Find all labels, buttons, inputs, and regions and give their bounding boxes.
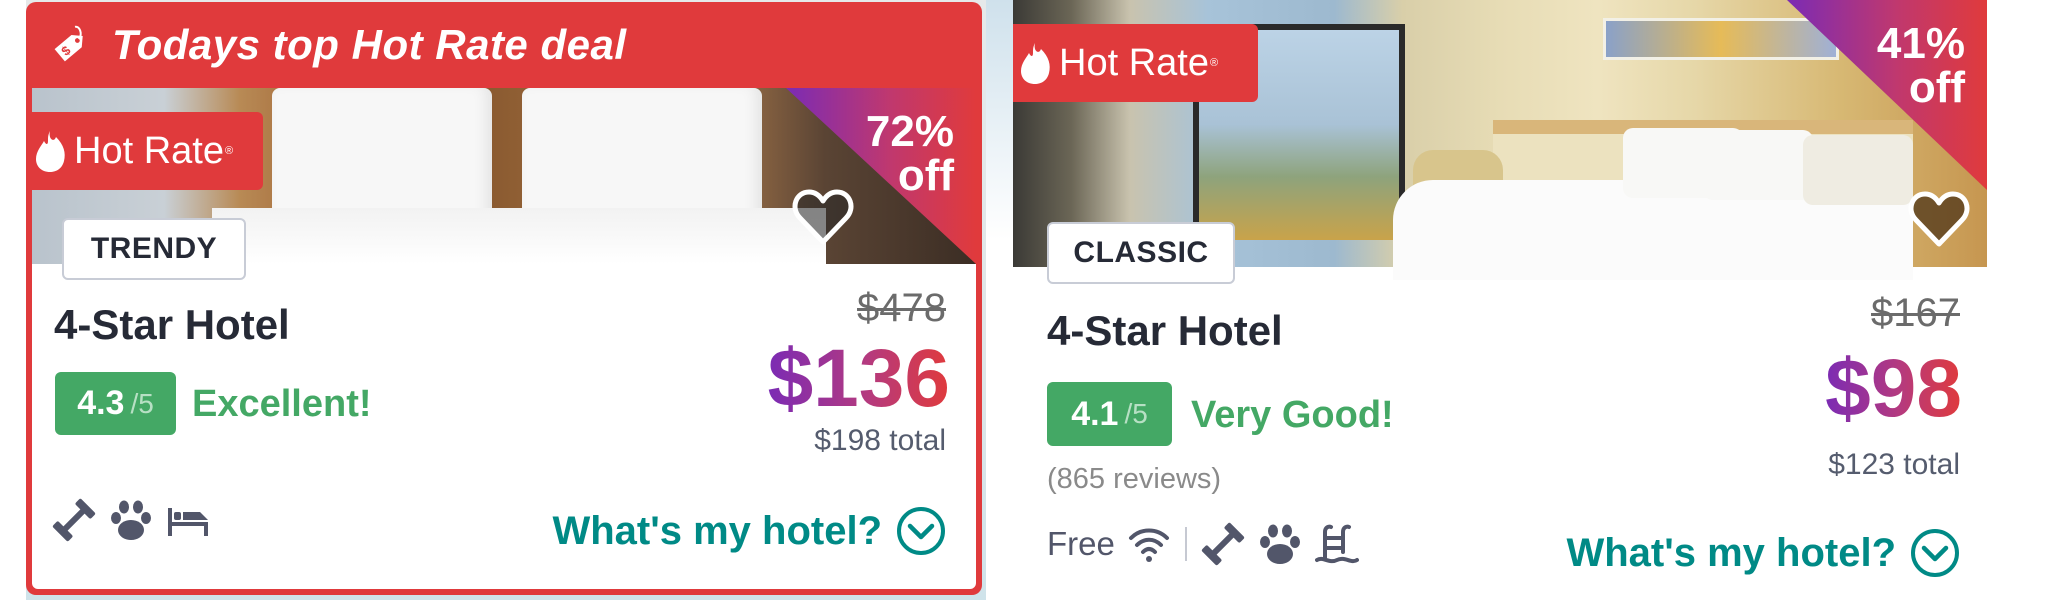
hot-rate-label: Hot Rate — [1059, 41, 1209, 84]
whats-my-hotel-button[interactable]: What's my hotel? — [1566, 528, 1960, 578]
photo-bedsheet — [212, 208, 826, 264]
amenities-list: Free — [1047, 522, 1371, 566]
review-count[interactable]: (865 reviews) — [1047, 465, 1221, 494]
whats-my-hotel-label: What's my hotel? — [552, 508, 882, 553]
whats-my-hotel-button[interactable]: What's my hotel? — [552, 506, 946, 556]
fitness-icon — [1201, 522, 1244, 566]
featured-deal-title: Todays top Hot Rate deal — [112, 21, 627, 68]
amenities-divider — [1184, 527, 1187, 561]
rating-out-of: /5 — [130, 387, 154, 419]
price-tag-icon: $ — [54, 25, 83, 62]
rating-text: Excellent! — [192, 383, 372, 425]
chevron-down-circle-icon — [897, 507, 945, 555]
hot-rate-badge: Hot Rate ® — [28, 112, 263, 190]
deal-price: $98 — [1825, 343, 1962, 434]
pool-icon — [1314, 524, 1359, 564]
discount-suffix: off — [1908, 63, 1965, 112]
style-tag: TRENDY — [62, 218, 246, 280]
discount-percent: 41% — [1876, 19, 1965, 68]
amenities-free-label: Free — [1047, 525, 1115, 562]
original-price: $478 — [857, 286, 946, 330]
hot-rate-label: Hot Rate — [74, 129, 224, 172]
original-price: $167 — [1871, 291, 1960, 335]
fitness-icon — [52, 498, 96, 542]
deal-price: $136 — [767, 333, 950, 424]
discount-suffix: off — [897, 151, 954, 200]
total-price: $123 total — [1828, 448, 1960, 481]
registered-mark: ® — [1209, 57, 1219, 69]
flame-icon — [36, 131, 65, 172]
flame-icon — [1021, 43, 1050, 84]
discount-percent: 72% — [865, 107, 954, 156]
registered-mark: ® — [224, 145, 234, 157]
style-tag: CLASSIC — [1047, 222, 1235, 284]
rating-badge: 4.1 /5 — [1047, 382, 1172, 446]
pet-friendly-icon — [1259, 524, 1300, 564]
rating-score: 4.1 — [1071, 394, 1119, 433]
featured-deal-header: $ Todays top Hot Rate deal — [26, 2, 982, 88]
rating-score: 4.3 — [77, 384, 125, 422]
whats-my-hotel-label: What's my hotel? — [1566, 530, 1896, 575]
rating-out-of: /5 — [1124, 398, 1148, 429]
map-background-edge — [986, 0, 1013, 600]
amenities-list — [52, 498, 222, 542]
discount-badge: 72% off — [866, 110, 954, 198]
rating-badge: 4.3 /5 — [55, 372, 176, 435]
hotel-name: 4-Star Hotel — [54, 301, 290, 348]
pet-friendly-icon — [111, 500, 151, 540]
hotel-name: 4-Star Hotel — [1047, 307, 1283, 354]
favorite-heart-icon[interactable] — [792, 188, 854, 246]
discount-badge: 41% off — [1877, 22, 1965, 110]
hot-rate-badge: Hot Rate ® — [1013, 24, 1258, 102]
featured-hotel-card[interactable]: $ Todays top Hot Rate deal 72% off 4-Sta… — [26, 2, 982, 595]
rating-text: Very Good! — [1191, 394, 1394, 436]
wifi-icon — [1128, 528, 1169, 562]
chevron-down-circle-icon — [1911, 529, 1959, 577]
bed-icon — [168, 508, 208, 536]
favorite-heart-icon[interactable] — [1908, 190, 1970, 248]
total-price: $198 total — [814, 424, 946, 457]
